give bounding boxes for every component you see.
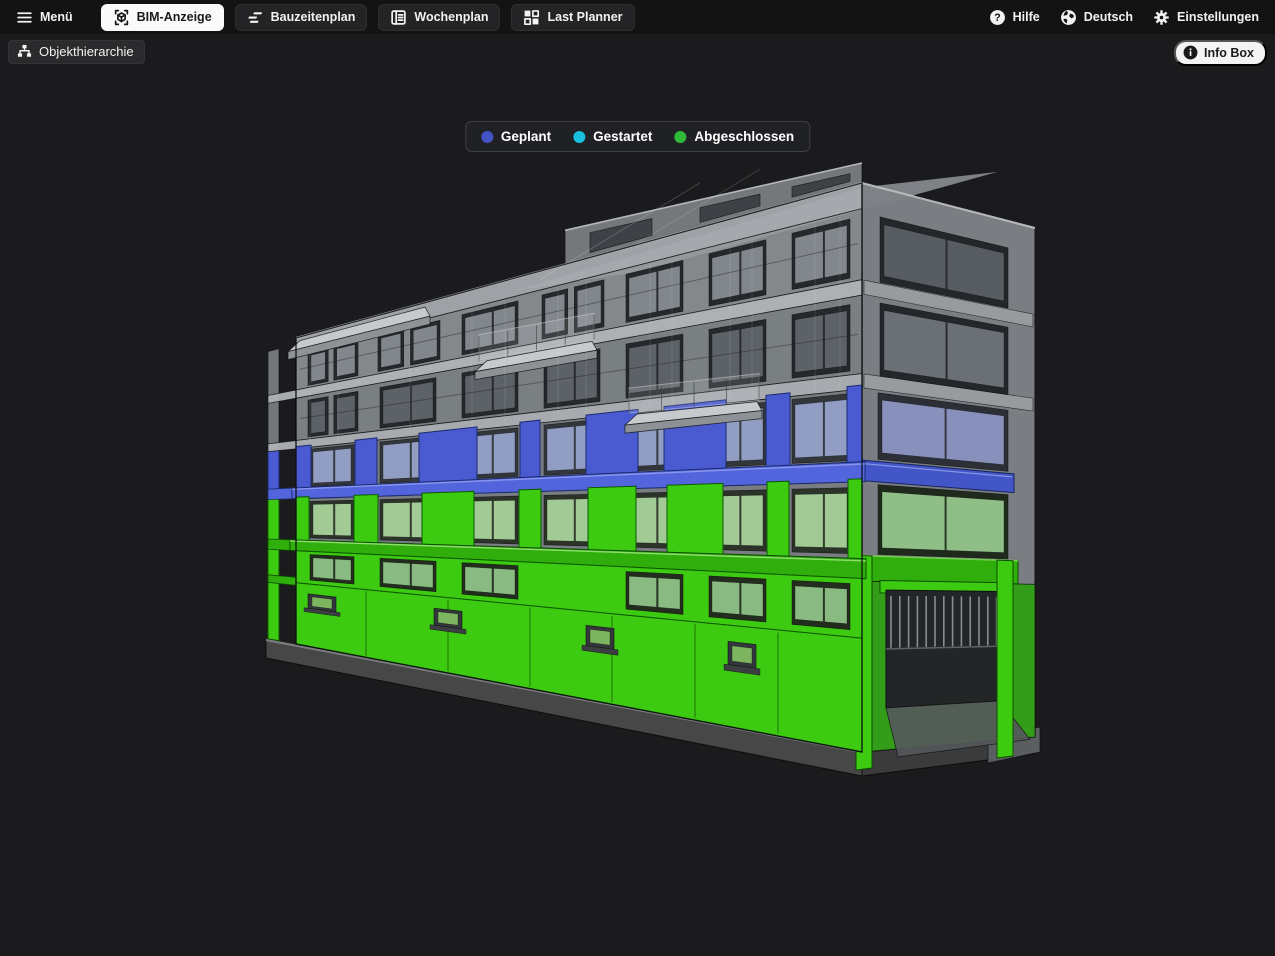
tab-bauzeitenplan[interactable]: Bauzeitenplan <box>235 4 368 31</box>
info-icon <box>1183 45 1198 60</box>
legend-label: Gestartet <box>593 129 652 144</box>
language-label: Deutsch <box>1084 10 1133 24</box>
gear-icon <box>1153 9 1170 26</box>
tab-label: Wochenplan <box>414 10 488 24</box>
tab-label: Last Planner <box>547 10 622 24</box>
hamburger-icon <box>16 9 33 26</box>
settings-button[interactable]: Einstellungen <box>1153 9 1259 26</box>
building-side-facade <box>852 183 1035 770</box>
legend-label: Abgeschlossen <box>694 129 794 144</box>
tab-label: BIM-Anzeige <box>137 10 212 24</box>
legend-label: Geplant <box>501 129 551 144</box>
status-legend: Geplant Gestartet Abgeschlossen <box>465 121 810 152</box>
settings-label: Einstellungen <box>1177 10 1259 24</box>
globe-icon <box>1060 9 1077 26</box>
help-icon: ? <box>989 9 1006 26</box>
svg-text:?: ? <box>994 12 1000 24</box>
tab-label: Bauzeitenplan <box>271 10 356 24</box>
menu-label: Menü <box>40 10 73 24</box>
topbar-right: ? Hilfe Deutsch <box>989 9 1259 26</box>
legend-item-geplant: Geplant <box>481 129 551 144</box>
topbar: Menü BIM-Anzeige Bauzeitenplan <box>0 0 1275 34</box>
gantt-icon <box>247 9 264 26</box>
completed-status-dot <box>674 131 686 143</box>
object-hierarchy-label: Objekthierarchie <box>39 44 134 59</box>
help-label: Hilfe <box>1013 10 1040 24</box>
started-status-dot <box>573 131 585 143</box>
tab-bim-anzeige[interactable]: BIM-Anzeige <box>101 4 224 31</box>
hierarchy-icon <box>17 44 32 59</box>
grid-icon <box>523 9 540 26</box>
info-box-label: Info Box <box>1204 46 1254 60</box>
tab-last-planner[interactable]: Last Planner <box>511 4 634 31</box>
object-hierarchy-button[interactable]: Objekthierarchie <box>8 40 145 64</box>
cube-scan-icon <box>113 9 130 26</box>
planned-status-dot <box>481 131 493 143</box>
tab-wochenplan[interactable]: Wochenplan <box>378 4 500 31</box>
legend-item-abgeschlossen: Abgeschlossen <box>674 129 794 144</box>
menu-button[interactable]: Menü <box>16 9 73 26</box>
legend-item-gestartet: Gestartet <box>573 129 652 144</box>
language-button[interactable]: Deutsch <box>1060 9 1133 26</box>
info-box-button[interactable]: Info Box <box>1174 40 1267 66</box>
list-table-icon <box>390 9 407 26</box>
help-button[interactable]: ? Hilfe <box>989 9 1040 26</box>
